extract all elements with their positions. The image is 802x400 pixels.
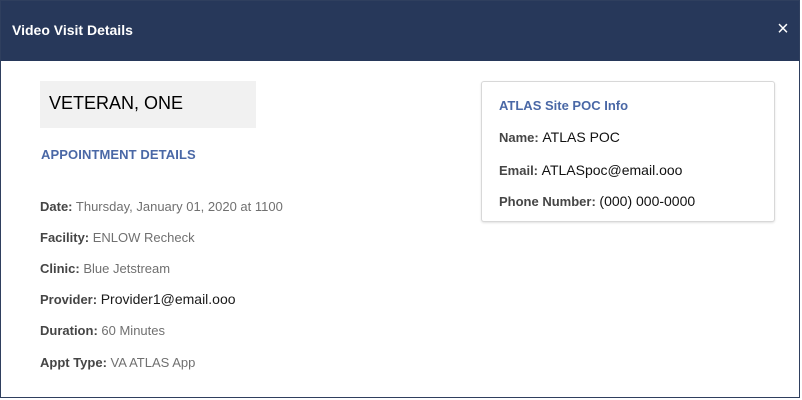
detail-row-provider: Provider: Provider1@email.ooo — [40, 291, 236, 307]
facility-value: ENLOW Recheck — [92, 230, 195, 245]
provider-value: Provider1@email.ooo — [100, 291, 236, 307]
dialog-title: Video Visit Details — [12, 22, 133, 38]
poc-name-label: Name: — [499, 130, 539, 145]
poc-email-value: ATLASpoc@email.ooo — [541, 162, 683, 178]
poc-phone-label: Phone Number: — [499, 194, 596, 209]
poc-row-name: Name: ATLAS POC — [499, 129, 620, 145]
appointment-details-heading: APPOINTMENT DETAILS — [41, 147, 196, 162]
detail-row-appt-type: Appt Type: VA ATLAS App — [40, 355, 195, 370]
duration-value: 60 Minutes — [101, 323, 165, 338]
detail-row-date: Date: Thursday, January 01, 2020 at 1100 — [40, 199, 283, 214]
poc-row-email: Email: ATLASpoc@email.ooo — [499, 162, 682, 178]
poc-card-title: ATLAS Site POC Info — [499, 98, 629, 113]
appt-type-value: VA ATLAS App — [110, 355, 196, 370]
facility-label: Facility: — [40, 230, 90, 245]
date-label: Date: — [40, 199, 73, 214]
appt-type-label: Appt Type: — [40, 355, 107, 370]
duration-label: Duration: — [40, 323, 98, 338]
provider-label: Provider: — [40, 292, 98, 307]
detail-row-facility: Facility: ENLOW Recheck — [40, 230, 195, 245]
detail-row-duration: Duration: 60 Minutes — [40, 323, 165, 338]
close-icon[interactable]: × — [773, 18, 793, 40]
patient-name: VETERAN, ONE — [49, 93, 184, 113]
video-visit-details-dialog: Video Visit Details × VETERAN, ONE APPOI… — [0, 0, 800, 398]
poc-name-value: ATLAS POC — [542, 129, 620, 145]
dialog-header: Video Visit Details × — [1, 1, 799, 61]
detail-row-clinic: Clinic: Blue Jetstream — [40, 261, 170, 276]
poc-email-label: Email: — [499, 163, 539, 178]
clinic-label: Clinic: — [40, 261, 80, 276]
clinic-value: Blue Jetstream — [83, 261, 171, 276]
poc-phone-value: (000) 000-0000 — [599, 193, 696, 209]
date-value: Thursday, January 01, 2020 at 1100 — [75, 199, 283, 214]
poc-row-phone: Phone Number: (000) 000-0000 — [499, 193, 695, 209]
